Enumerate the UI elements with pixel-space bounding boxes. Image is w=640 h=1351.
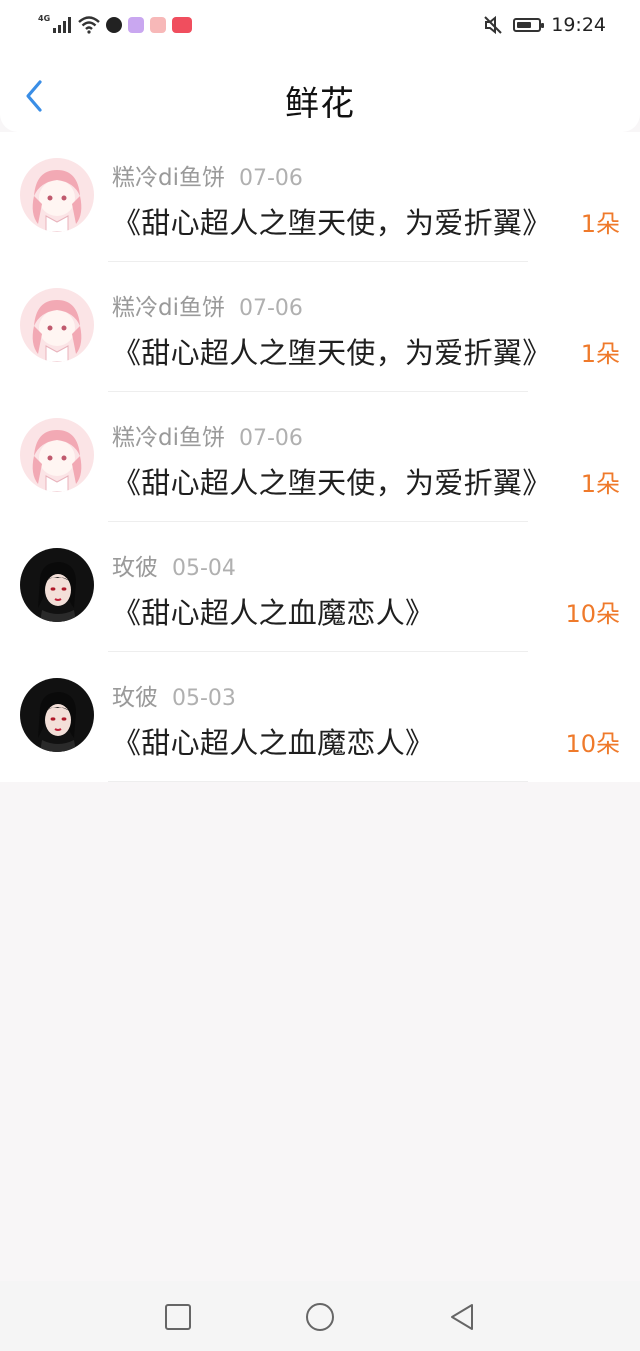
username[interactable]: 糕冷di鱼饼 bbox=[112, 425, 225, 451]
network-type: 4G bbox=[38, 13, 51, 23]
xiaohongshu-icon bbox=[172, 17, 193, 33]
recents-button[interactable] bbox=[162, 1301, 194, 1333]
flower-count: 1朵 bbox=[580, 470, 620, 498]
date: 07-06 bbox=[239, 296, 303, 321]
avatar[interactable] bbox=[20, 158, 94, 232]
user-line: 玫彼 05-04 bbox=[112, 548, 236, 582]
book-title[interactable]: 《甜心超人之堕天使，为爱折翼》 bbox=[112, 330, 552, 372]
pink-hair-girl-avatar bbox=[20, 288, 94, 362]
flower-count: 1朵 bbox=[580, 340, 620, 368]
user-line: 玫彼 05-03 bbox=[112, 678, 236, 712]
status-left: 4G bbox=[38, 12, 193, 38]
title-bar: 鲜花 bbox=[0, 50, 640, 132]
username[interactable]: 糕冷di鱼饼 bbox=[112, 165, 225, 191]
book-title[interactable]: 《甜心超人之堕天使，为爱折翼》 bbox=[112, 200, 552, 242]
signal-icon bbox=[53, 17, 72, 33]
pink-hair-girl-avatar bbox=[20, 158, 94, 232]
tiktok-icon bbox=[106, 17, 123, 33]
home-circle-icon bbox=[306, 1303, 334, 1331]
dark-hair-girl-avatar bbox=[20, 678, 94, 752]
book-title[interactable]: 《甜心超人之血魔恋人》 bbox=[112, 590, 434, 632]
date: 05-04 bbox=[172, 556, 236, 581]
flower-record-2[interactable]: 糕冷di鱼饼 07-06 《甜心超人之堕天使，为爱折翼》 1朵 bbox=[0, 262, 640, 392]
date: 07-06 bbox=[239, 426, 303, 451]
status-right: 19:24 bbox=[483, 12, 606, 38]
manga-app-icon bbox=[150, 17, 167, 33]
user-line: 糕冷di鱼饼 07-06 bbox=[112, 288, 303, 322]
recents-square-icon bbox=[165, 1304, 191, 1330]
flower-count: 10朵 bbox=[565, 730, 620, 758]
home-button[interactable] bbox=[304, 1301, 336, 1333]
row-divider bbox=[108, 781, 528, 782]
avatar[interactable] bbox=[20, 678, 94, 752]
flower-record-3[interactable]: 糕冷di鱼饼 07-06 《甜心超人之堕天使，为爱折翼》 1朵 bbox=[0, 392, 640, 522]
flower-record-1[interactable]: 糕冷di鱼饼 07-06 《甜心超人之堕天使，为爱折翼》 1朵 bbox=[0, 132, 640, 262]
battery-icon bbox=[513, 18, 545, 32]
flower-count: 10朵 bbox=[565, 600, 620, 628]
video-app-icon bbox=[128, 17, 145, 33]
username[interactable]: 玫彼 bbox=[112, 685, 158, 711]
avatar[interactable] bbox=[20, 418, 94, 492]
dark-hair-girl-avatar bbox=[20, 548, 94, 622]
battery-level bbox=[517, 22, 532, 28]
wifi-icon bbox=[78, 16, 100, 34]
avatar[interactable] bbox=[20, 548, 94, 622]
book-title[interactable]: 《甜心超人之血魔恋人》 bbox=[112, 720, 434, 762]
avatar[interactable] bbox=[20, 288, 94, 362]
pink-hair-girl-avatar bbox=[20, 418, 94, 492]
flower-list: 糕冷di鱼饼 07-06 《甜心超人之堕天使，为爱折翼》 1朵 糕冷di鱼饼 07-… bbox=[0, 132, 640, 782]
user-line: 糕冷di鱼饼 07-06 bbox=[112, 418, 303, 452]
username[interactable]: 玫彼 bbox=[112, 555, 158, 581]
user-line: 糕冷di鱼饼 07-06 bbox=[112, 158, 303, 192]
book-title[interactable]: 《甜心超人之堕天使，为爱折翼》 bbox=[112, 460, 552, 502]
flower-count: 1朵 bbox=[580, 210, 620, 238]
flower-record-5[interactable]: 玫彼 05-03 《甜心超人之血魔恋人》 10朵 bbox=[0, 652, 640, 782]
username[interactable]: 糕冷di鱼饼 bbox=[112, 295, 225, 321]
date: 05-03 bbox=[172, 686, 236, 711]
status-bar: 4G 19:24 bbox=[0, 0, 640, 50]
system-nav-bar bbox=[0, 1281, 640, 1351]
back-triangle-icon bbox=[451, 1304, 473, 1330]
date: 07-06 bbox=[239, 166, 303, 191]
page-title: 鲜花 bbox=[285, 84, 355, 124]
flower-record-4[interactable]: 玫彼 05-04 《甜心超人之血魔恋人》 10朵 bbox=[0, 522, 640, 652]
back-nav-button[interactable] bbox=[446, 1301, 478, 1333]
clock: 19:24 bbox=[551, 14, 606, 36]
mute-icon bbox=[484, 15, 502, 35]
